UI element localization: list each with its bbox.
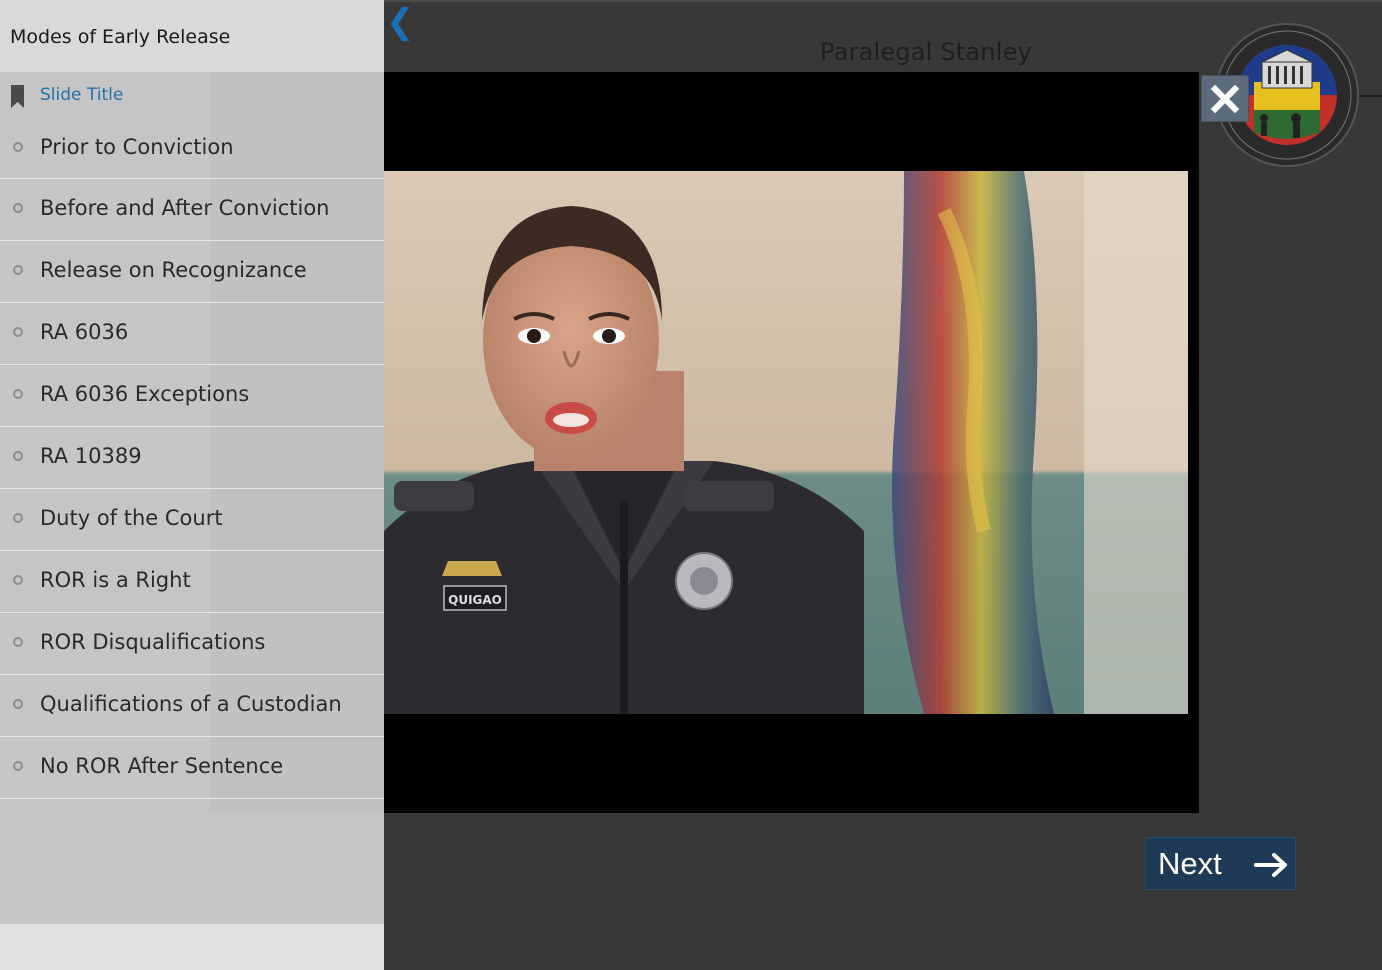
outline-item-label: Qualifications of a Custodian [40,692,342,716]
outline-item-label: ROR Disqualifications [40,630,266,654]
bullet-icon [13,203,23,213]
close-icon [1210,84,1240,113]
outline-item-label: RA 10389 [40,444,142,468]
bullet-icon [13,699,23,709]
bullet-icon [13,142,23,152]
video-lightbox: QUIGAO [384,72,1199,813]
next-button-label: Next [1158,846,1222,881]
bullet-icon [13,761,23,771]
course-title: Modes of Early Release [10,26,231,48]
bookmark-icon [11,85,24,108]
outline-item-label: ROR is a Right [40,568,191,592]
sidebar-footer [0,923,384,970]
arrow-right-icon [1254,853,1287,877]
outline-item-qualifications-of-a-custodian[interactable]: Qualifications of a Custodian [0,675,384,737]
outline-item-ra-10389[interactable]: RA 10389 [0,427,384,489]
outline-item-ra-6036-exceptions[interactable]: RA 6036 Exceptions [0,365,384,427]
sidebar-menu: Modes of Early Release Slide Title Prior… [0,0,384,970]
outline-item-label: Duty of the Court [40,506,223,530]
outline-item-duty-of-the-court[interactable]: Duty of the Court [0,489,384,551]
bullet-icon [13,327,23,337]
course-title-bar: Modes of Early Release [0,0,384,72]
bullet-icon [13,265,23,275]
outline-item-release-on-recognizance[interactable]: Release on Recognizance [0,241,384,303]
outline-item-label: Before and After Conviction [40,196,330,220]
close-lightbox-button[interactable] [1201,75,1249,122]
bullet-icon [13,575,23,585]
bullet-icon [13,637,23,647]
bullet-icon [13,451,23,461]
outline-item-ra-6036[interactable]: RA 6036 [0,303,384,365]
outline-item-prior-to-conviction[interactable]: Prior to Conviction [0,118,384,179]
outline-item-label: No ROR After Sentence [40,754,284,778]
slide-title: Paralegal Stanley [820,38,1032,66]
outline-item-ror-is-a-right[interactable]: ROR is a Right [0,551,384,613]
outline-item-label: RA 6036 Exceptions [40,382,250,406]
chevron-left-icon[interactable]: ❮ [386,2,415,42]
outline-item-label: Release on Recognizance [40,258,307,282]
bullet-icon [13,389,23,399]
outline-header-label: Slide Title [40,85,124,105]
outline-item-before-and-after-conviction[interactable]: Before and After Conviction [0,179,384,241]
slide-top-border [384,0,1382,2]
outline-item-ror-disqualifications[interactable]: ROR Disqualifications [0,613,384,675]
bullet-icon [13,513,23,523]
name-tag-text: QUIGAO [448,593,502,607]
next-button[interactable]: Next [1145,837,1296,890]
player-stage: ❮ Paralegal Stanley QUIGAO Modes of Earl… [0,0,1382,970]
outline-item-label: Prior to Conviction [40,135,234,159]
video-player[interactable]: QUIGAO [384,171,1188,714]
outline-header: Slide Title [0,72,384,118]
outline-list: Prior to Conviction Before and After Con… [0,118,384,799]
outline-item-no-ror-after-sentence[interactable]: No ROR After Sentence [0,737,384,799]
video-still: QUIGAO [384,171,1188,714]
outline-item-label: RA 6036 [40,320,129,344]
